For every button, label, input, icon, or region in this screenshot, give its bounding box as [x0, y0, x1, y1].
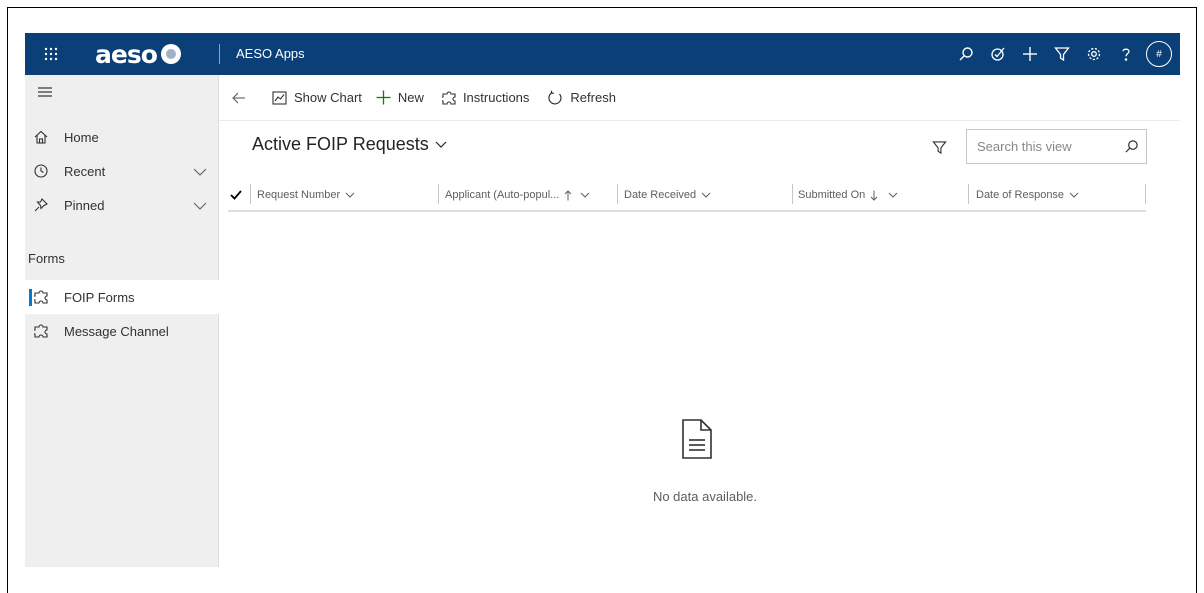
user-avatar[interactable]: #	[1146, 41, 1172, 67]
back-button[interactable]	[219, 75, 259, 121]
topbar-divider	[219, 44, 220, 64]
brand-logo-text: aeso	[95, 39, 158, 69]
sidebar-item-label: Message Channel	[64, 323, 169, 339]
sidebar-item-home[interactable]: Home	[25, 120, 219, 154]
column-separator[interactable]	[250, 184, 251, 204]
chevron-down-icon	[888, 192, 898, 198]
puzzle-icon	[441, 90, 456, 105]
grid-header: Request Number Applicant (Auto-popul... …	[228, 180, 1146, 212]
column-separator[interactable]	[617, 184, 618, 204]
column-header-date-received[interactable]: Date Received	[624, 180, 711, 210]
column-header-label: Date of Response	[976, 189, 1065, 201]
search-button[interactable]	[950, 33, 982, 75]
instructions-button[interactable]: Instructions	[441, 75, 530, 121]
chevron-down-icon	[1069, 192, 1079, 198]
column-header-submitted-on[interactable]: Submitted On	[798, 180, 898, 210]
home-icon	[31, 130, 51, 144]
command-bar: Show Chart New Instructions Refresh	[219, 75, 1180, 121]
assistant-button[interactable]	[982, 33, 1014, 75]
puzzle-icon	[31, 324, 51, 338]
view-search-box[interactable]: Search this view	[966, 129, 1147, 164]
settings-button[interactable]	[1078, 33, 1110, 75]
checkmark-icon	[230, 190, 242, 200]
refresh-label: Refresh	[570, 90, 616, 105]
column-header-request-number[interactable]: Request Number	[257, 180, 355, 210]
chart-icon	[272, 90, 287, 105]
plus-icon	[1023, 47, 1037, 61]
chevron-down-icon	[581, 192, 590, 198]
sidebar-item-label: FOIP Forms	[64, 289, 135, 305]
new-button[interactable]: New	[376, 75, 424, 121]
pin-icon	[31, 198, 51, 212]
chevron-down-icon[interactable]	[193, 198, 207, 213]
document-icon	[682, 419, 712, 464]
chevron-down-icon[interactable]	[193, 164, 207, 179]
brand-logo[interactable]: aeso	[95, 33, 181, 75]
column-separator[interactable]	[1145, 184, 1146, 204]
advanced-find-button[interactable]	[1046, 33, 1078, 75]
chevron-down-icon	[345, 192, 355, 198]
refresh-button[interactable]: Refresh	[547, 75, 616, 121]
filter-icon	[1054, 47, 1070, 62]
clock-icon	[31, 164, 51, 178]
lightbulb-check-icon	[991, 47, 1005, 61]
show-chart-button[interactable]: Show Chart	[272, 75, 362, 121]
sidebar-item-recent[interactable]: Recent	[25, 154, 219, 188]
site-map-toggle[interactable]	[38, 85, 52, 103]
sidebar-item-label: Home	[64, 129, 99, 145]
show-chart-label: Show Chart	[294, 90, 362, 105]
column-separator[interactable]	[968, 184, 969, 204]
top-navigation-bar: aeso AESO Apps #	[25, 33, 1180, 75]
column-separator[interactable]	[438, 184, 439, 204]
view-selector[interactable]: Active FOIP Requests	[252, 134, 447, 155]
column-header-label: Applicant (Auto-popul...	[445, 189, 560, 201]
brand-logo-mark	[160, 44, 181, 64]
app-title[interactable]: AESO Apps	[236, 33, 305, 75]
new-label: New	[397, 90, 424, 105]
gear-icon	[1087, 47, 1101, 61]
hamburger-icon	[38, 87, 52, 97]
instructions-label: Instructions	[462, 90, 530, 105]
select-all-checkbox[interactable]	[230, 180, 242, 210]
search-icon	[959, 47, 973, 61]
chevron-down-icon	[435, 141, 447, 148]
sidebar-item-label: Pinned	[64, 197, 105, 213]
column-header-date-of-response[interactable]: Date of Response	[976, 180, 1079, 210]
search-icon[interactable]	[1116, 139, 1146, 154]
arrow-up-icon	[565, 189, 572, 200]
refresh-icon	[548, 90, 562, 105]
column-header-label: Request Number	[257, 189, 341, 201]
question-mark-icon	[1122, 48, 1130, 61]
topbar-actions: #	[950, 33, 1180, 75]
view-title: Active FOIP Requests	[252, 134, 429, 154]
edit-filters-button[interactable]	[925, 136, 953, 158]
arrow-left-icon	[232, 92, 245, 103]
sidebar-item-foip-forms[interactable]: FOIP Forms	[25, 280, 219, 314]
sidebar-item-message-channel[interactable]: Message Channel	[25, 314, 219, 348]
sidebar-item-pinned[interactable]: Pinned	[25, 188, 219, 222]
column-header-applicant[interactable]: Applicant (Auto-popul...	[445, 180, 590, 210]
column-separator[interactable]	[792, 184, 793, 204]
filter-icon	[931, 140, 947, 154]
arrow-down-icon	[870, 190, 878, 201]
column-header-label: Submitted On	[798, 189, 866, 201]
chevron-down-icon	[701, 192, 711, 198]
search-input[interactable]: Search this view	[977, 139, 1116, 154]
sidebar-item-label: Recent	[64, 163, 106, 179]
waffle-icon	[44, 47, 58, 61]
plus-icon	[376, 90, 391, 105]
column-header-label: Date Received	[624, 189, 697, 201]
puzzle-icon	[31, 290, 51, 304]
sidebar-section-title: Forms	[28, 251, 65, 266]
quick-create-button[interactable]	[1014, 33, 1046, 75]
empty-state-message: No data available.	[652, 489, 758, 504]
app-launcher-button[interactable]	[36, 33, 66, 75]
help-button[interactable]	[1110, 33, 1142, 75]
